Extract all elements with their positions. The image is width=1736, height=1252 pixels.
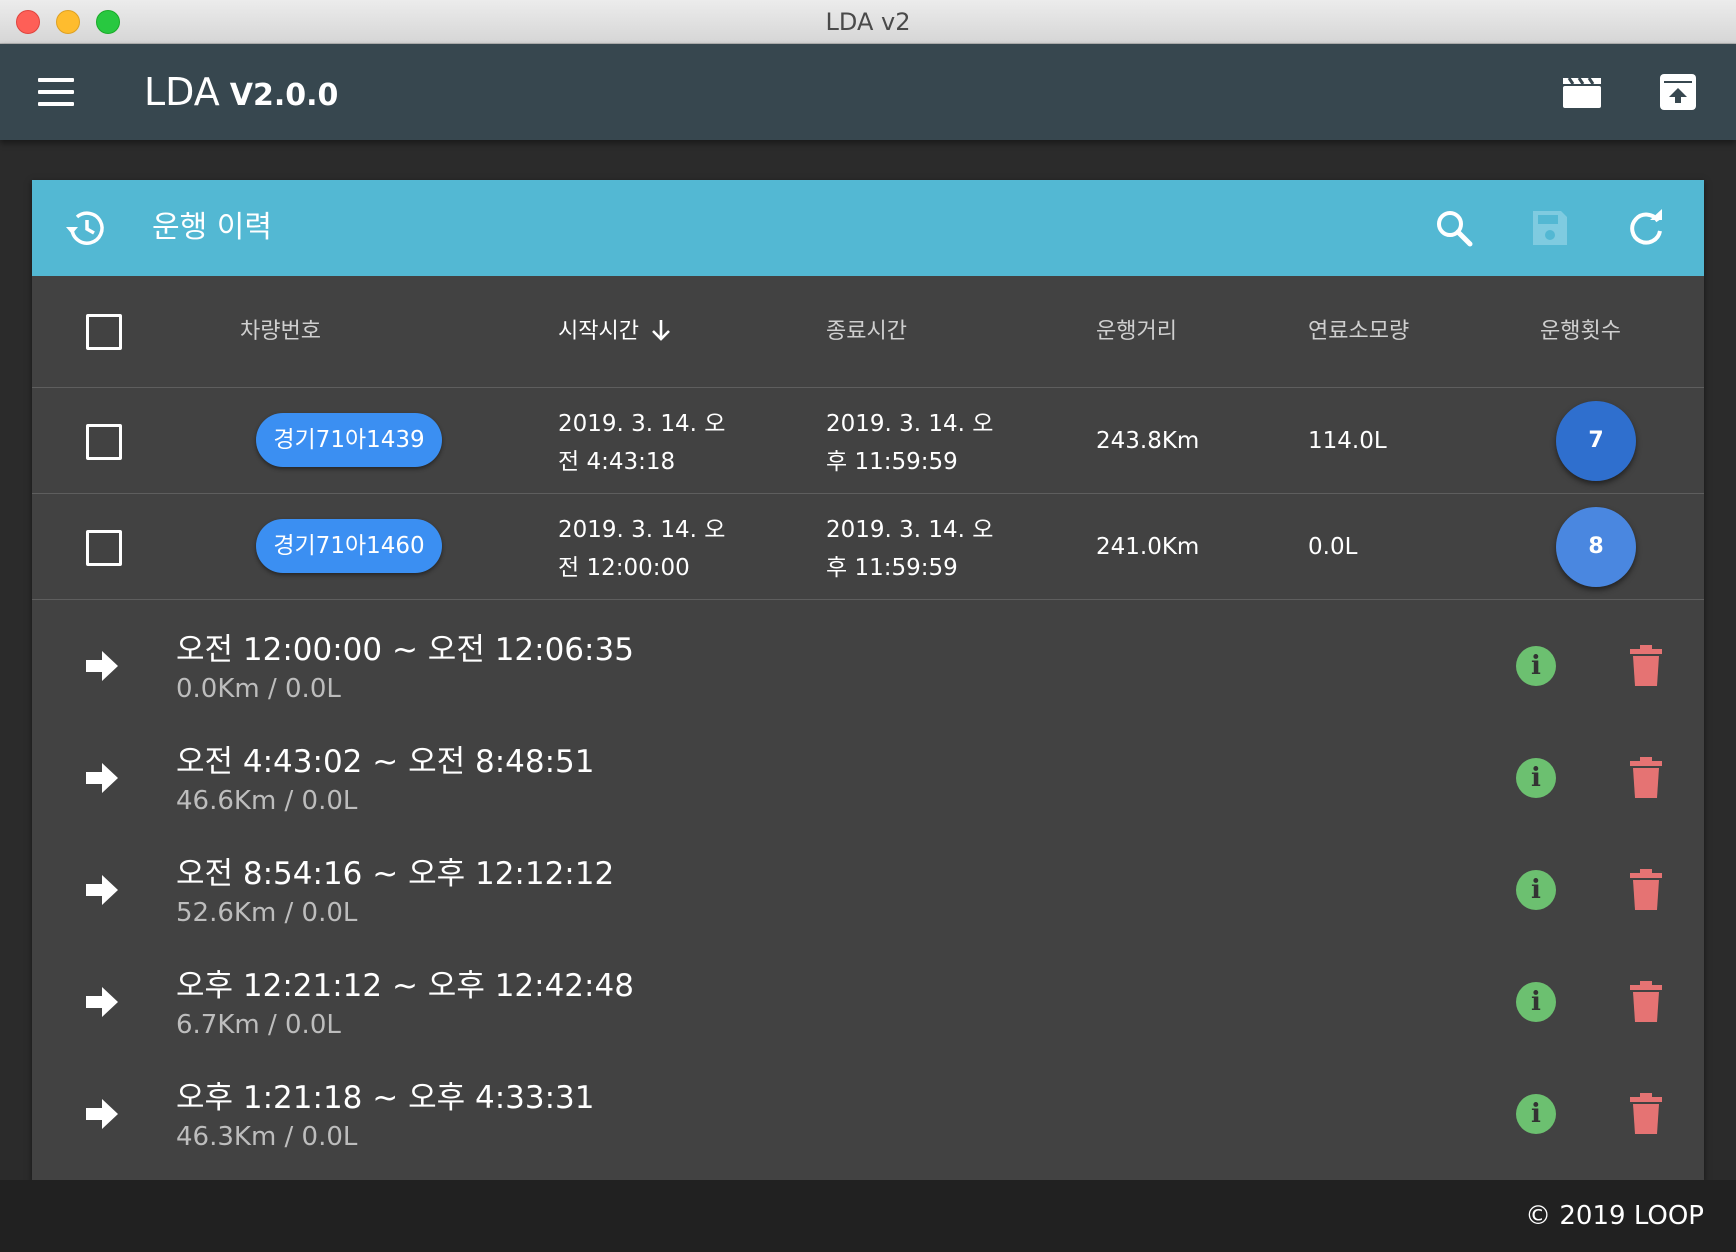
end-time-line2: 후 11:59:59 <box>826 555 958 581</box>
trash-icon[interactable] <box>1628 756 1664 800</box>
trip-distance-fuel: 46.3Km / 0.0L <box>176 1122 358 1152</box>
end-time-line2: 후 11:59:59 <box>826 449 958 475</box>
trip-time-range: 오전 12:00:00 ~ 오전 12:06:35 <box>176 632 634 668</box>
end-time-line1: 2019. 3. 14. 오 <box>826 411 994 437</box>
arrow-right-icon <box>86 763 118 793</box>
table-row[interactable]: 경기71아1439 2019. 3. 14. 오 전 4:43:18 2019.… <box>32 388 1704 494</box>
start-time-line2: 전 12:00:00 <box>558 555 690 581</box>
trip-count-badge[interactable]: 8 <box>1556 507 1636 587</box>
trip-distance-fuel: 52.6Km / 0.0L <box>176 898 358 928</box>
save-icon[interactable] <box>1526 204 1574 252</box>
trip-distance-fuel: 46.6Km / 0.0L <box>176 786 358 816</box>
end-time-line1: 2019. 3. 14. 오 <box>826 517 994 543</box>
table-header: 차량번호 시작시간 종료시간 운행거리 연료소모량 운행횟수 <box>32 276 1704 388</box>
row-checkbox[interactable] <box>86 530 122 566</box>
hamburger-menu-icon[interactable] <box>38 78 74 106</box>
trash-icon[interactable] <box>1628 980 1664 1024</box>
trip-count-badge[interactable]: 7 <box>1556 401 1636 481</box>
app-title: LDA V2.0.0 <box>144 66 338 118</box>
driving-history-card: 운행 이력 차량번호 시작시간 종료시간 운행거리 연료소모량 운행횟수 경기7… <box>32 180 1704 1180</box>
column-header-fuel[interactable]: 연료소모량 <box>1308 276 1409 388</box>
select-all-checkbox[interactable] <box>86 314 122 350</box>
start-time-cell: 2019. 3. 14. 오 전 12:00:00 <box>558 511 758 587</box>
arrow-down-icon <box>652 320 670 341</box>
arrow-right-icon <box>86 1099 118 1129</box>
copyright-text: © 2019 LOOP <box>1525 1201 1704 1231</box>
card-title: 운행 이력 <box>152 210 272 245</box>
distance-cell: 241.0Km <box>1096 534 1200 560</box>
start-time-line1: 2019. 3. 14. 오 <box>558 411 726 437</box>
row-checkbox[interactable] <box>86 424 122 460</box>
search-icon[interactable] <box>1430 204 1478 252</box>
info-icon[interactable]: i <box>1516 646 1556 686</box>
trip-list-item[interactable]: 오전 8:54:16 ~ 오후 12:12:12 52.6Km / 0.0L i <box>32 832 1704 944</box>
column-header-start-time[interactable]: 시작시간 <box>558 276 672 388</box>
column-header-distance[interactable]: 운행거리 <box>1096 276 1177 388</box>
start-time-line2: 전 4:43:18 <box>558 449 676 475</box>
arrow-right-icon <box>86 651 118 681</box>
trip-list-item[interactable]: 오후 12:21:12 ~ 오후 12:42:48 6.7Km / 0.0L i <box>32 944 1704 1056</box>
trip-time-range: 오후 1:21:18 ~ 오후 4:33:31 <box>176 1080 595 1116</box>
trip-time-range: 오전 4:43:02 ~ 오전 8:48:51 <box>176 744 595 780</box>
trash-icon[interactable] <box>1628 868 1664 912</box>
column-header-trip-count[interactable]: 운행횟수 <box>1540 276 1621 388</box>
app-version: V2.0.0 <box>229 78 339 113</box>
app-bar: LDA V2.0.0 <box>0 44 1736 140</box>
start-time-cell: 2019. 3. 14. 오 전 4:43:18 <box>558 405 758 481</box>
arrow-right-icon <box>86 987 118 1017</box>
footer: © 2019 LOOP <box>0 1180 1736 1252</box>
history-icon <box>66 211 104 245</box>
trip-distance-fuel: 0.0Km / 0.0L <box>176 674 341 704</box>
info-icon[interactable]: i <box>1516 870 1556 910</box>
info-icon[interactable]: i <box>1516 982 1556 1022</box>
info-icon[interactable]: i <box>1516 1094 1556 1134</box>
column-header-end-time[interactable]: 종료시간 <box>826 276 907 388</box>
trip-list-item[interactable]: 오전 12:00:00 ~ 오전 12:06:35 0.0Km / 0.0L i <box>32 608 1704 720</box>
refresh-icon[interactable] <box>1622 204 1670 252</box>
card-header: 운행 이력 <box>32 180 1704 276</box>
clapperboard-icon[interactable] <box>1560 70 1604 114</box>
trip-distance-fuel: 6.7Km / 0.0L <box>176 1010 341 1040</box>
column-header-vehicle-number[interactable]: 차량번호 <box>240 276 321 388</box>
trash-icon[interactable] <box>1628 644 1664 688</box>
app-name: LDA <box>144 70 220 114</box>
start-time-line1: 2019. 3. 14. 오 <box>558 517 726 543</box>
fuel-cell: 0.0L <box>1308 534 1358 560</box>
fuel-cell: 114.0L <box>1308 428 1387 454</box>
upload-box-icon[interactable] <box>1656 70 1700 114</box>
trip-list-item[interactable]: 오전 4:43:02 ~ 오전 8:48:51 46.6Km / 0.0L i <box>32 720 1704 832</box>
table-row[interactable]: 경기71아1460 2019. 3. 14. 오 전 12:00:00 2019… <box>32 494 1704 600</box>
distance-cell: 243.8Km <box>1096 428 1200 454</box>
start-time-label: 시작시간 <box>558 319 639 344</box>
vehicle-plate-chip[interactable]: 경기71아1439 <box>256 413 442 467</box>
trip-time-range: 오전 8:54:16 ~ 오후 12:12:12 <box>176 856 615 892</box>
end-time-cell: 2019. 3. 14. 오 후 11:59:59 <box>826 511 1026 587</box>
trash-icon[interactable] <box>1628 1092 1664 1136</box>
trip-time-range: 오후 12:21:12 ~ 오후 12:42:48 <box>176 968 634 1004</box>
arrow-right-icon <box>86 875 118 905</box>
info-icon[interactable]: i <box>1516 758 1556 798</box>
vehicle-plate-chip[interactable]: 경기71아1460 <box>256 519 442 573</box>
end-time-cell: 2019. 3. 14. 오 후 11:59:59 <box>826 405 1026 481</box>
trip-list-item[interactable]: 오후 1:21:18 ~ 오후 4:33:31 46.3Km / 0.0L i <box>32 1056 1704 1168</box>
window-title: LDA v2 <box>825 8 911 36</box>
window-titlebar: LDA v2 <box>0 0 1736 44</box>
